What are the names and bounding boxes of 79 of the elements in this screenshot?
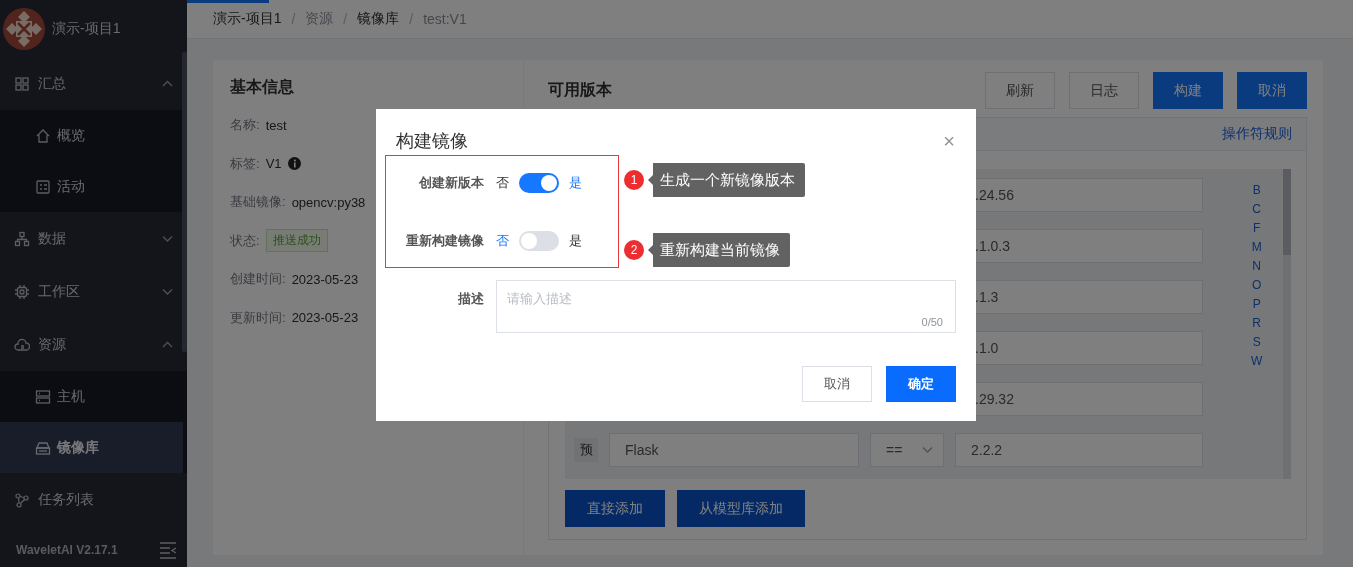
index-letter[interactable]: B (1252, 181, 1261, 200)
index-letter[interactable]: R (1252, 314, 1261, 333)
version-label: WaveletAI V2.17.1 (16, 543, 118, 557)
on-label: 是 (569, 232, 582, 250)
field-label: 状态: (230, 231, 260, 250)
index-letter[interactable]: P (1252, 295, 1261, 314)
index-letter[interactable]: M (1251, 238, 1262, 257)
toggle-switch[interactable] (519, 231, 559, 251)
off-label: 否 (496, 232, 509, 250)
breadcrumb-separator: / (291, 11, 296, 27)
index-letter[interactable]: S (1252, 333, 1261, 352)
breadcrumb-separator: / (409, 11, 414, 27)
rules-link[interactable]: 操作符规则 (1222, 125, 1292, 143)
chip-icon (14, 283, 30, 300)
menu-item[interactable]: 镜像库 (0, 422, 183, 473)
field-label: 标签: (230, 154, 260, 173)
home-icon (35, 127, 51, 144)
field-label: 重新构建镜像 (405, 232, 484, 250)
status-tag: 推送成功 (265, 229, 328, 253)
callout: 生成一个新镜像版本 (648, 163, 805, 197)
menu-fold-icon[interactable] (159, 540, 177, 560)
confirm-button[interactable]: 确定 (886, 366, 956, 402)
card-title: 可用版本 (548, 79, 613, 100)
add-button[interactable]: 从模型库添加 (677, 490, 805, 527)
info-icon[interactable] (287, 157, 301, 171)
field-label: 描述 (457, 290, 484, 308)
list-icon (35, 178, 51, 195)
breadcrumb-link[interactable]: 镜像库 (357, 10, 400, 28)
breadcrumb-item: 资源 (305, 10, 334, 28)
toolbar-button[interactable]: 刷新 (985, 72, 1055, 109)
field-value: 2023-05-23 (291, 271, 359, 287)
field-value: test (265, 117, 287, 133)
field-value: V1 (265, 156, 282, 172)
index-letter[interactable]: F (1253, 219, 1261, 238)
field-label: 名称: (230, 116, 260, 135)
on-label: 是 (569, 174, 582, 192)
toggle-switch[interactable] (519, 173, 559, 193)
field-value: opencv:py38 (291, 194, 366, 210)
toolbar-button[interactable]: 日志 (1069, 72, 1139, 109)
server-icon (35, 388, 51, 405)
storage-icon (35, 439, 51, 456)
card-title: 基本信息 (230, 77, 295, 97)
index-letter[interactable]: N (1252, 257, 1261, 276)
package-field[interactable]: Flask (609, 433, 859, 467)
breadcrumb-item: test:V1 (423, 11, 467, 27)
grid-icon (14, 75, 30, 92)
project-name: 演示-项目1 (52, 19, 121, 38)
cancel-button[interactable]: 取消 (802, 366, 872, 402)
description-field[interactable]: 请输入描述 0/50 (496, 280, 956, 333)
field-value: 2023-05-23 (291, 310, 359, 326)
operator-select[interactable]: == (870, 433, 944, 467)
logo-icon (2, 6, 46, 51)
breadcrumb-separator: / (343, 11, 348, 27)
chevron-down-icon (922, 446, 933, 454)
version-field[interactable]: 2.2.2 (955, 433, 1203, 467)
index-letter[interactable]: C (1252, 200, 1261, 219)
menu-item[interactable]: 主机 (0, 371, 183, 422)
char-counter: 0/50 (921, 316, 943, 328)
index-letter[interactable]: W (1251, 352, 1263, 371)
close-icon[interactable]: × (943, 131, 955, 151)
dialog-title: 构建镜像 (396, 130, 468, 153)
scrollbar[interactable] (182, 52, 187, 352)
menu-group[interactable]: 任务列表 (0, 473, 187, 526)
index-letter[interactable]: O (1252, 276, 1262, 295)
callout: 重新构建当前镜像 (648, 233, 790, 267)
cloud-icon (14, 336, 30, 353)
toolbar-button[interactable]: 取消 (1237, 72, 1307, 109)
field-label: 基础镜像: (230, 193, 286, 212)
scrollbar[interactable] (1283, 169, 1291, 255)
nodes-icon (14, 491, 30, 508)
add-button[interactable]: 直接添加 (565, 490, 665, 527)
hierarchy-icon (14, 230, 30, 247)
field-label: 创建新版本 (418, 174, 484, 192)
prefix-badge: 预 (574, 438, 598, 462)
breadcrumb-link[interactable]: 演示-项目1 (213, 10, 282, 28)
field-label: 更新时间: (230, 308, 286, 327)
field-label: 创建时间: (230, 270, 286, 289)
toolbar-button[interactable]: 构建 (1153, 72, 1223, 109)
off-label: 否 (496, 174, 509, 192)
